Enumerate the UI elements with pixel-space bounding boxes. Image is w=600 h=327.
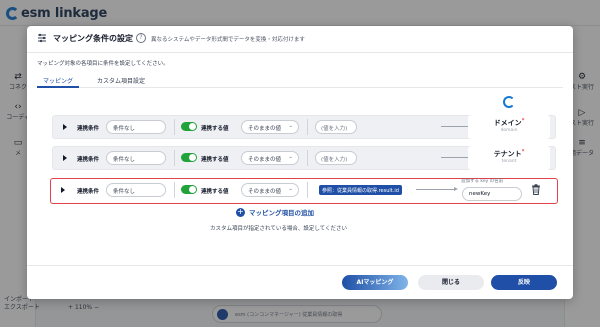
target-field-label: テナント [493,150,522,158]
target-field-key: tenant [501,159,517,164]
condition-select[interactable]: 条件なし [106,151,166,165]
value-type-text: そのままの値 [248,126,282,132]
toggle-knob [189,154,196,161]
divider [174,119,175,135]
add-mapping-label: マッピング項目の追加 [249,209,314,217]
target-field-name: テナント* [468,149,550,159]
tab-custom-fields[interactable]: カスタム項目設定 [97,76,145,88]
plus-icon: + [236,206,245,217]
help-icon[interactable]: ? [136,33,146,43]
custom-field-hint: カスタム項目が指定されている場合、設定してください [210,226,348,232]
target-field-domain: ドメイン* domain [468,96,550,139]
condition-select[interactable]: 条件なし [106,120,166,134]
target-field-key: domain [500,128,518,133]
expand-icon[interactable] [63,124,67,130]
divider [174,150,175,166]
condition-label: 連携条件 [77,126,100,132]
value-label: 連携する値 [201,189,229,195]
sync-toggle[interactable] [181,122,197,131]
trash-icon[interactable] [531,184,541,195]
required-mark: * [521,149,525,155]
expand-icon[interactable] [63,155,67,161]
modal-header: マッピング条件の設定 ? 異なるシステムやデータ形式間でデータを変換・対応付けま… [27,26,573,53]
target-app-icon [503,96,515,108]
sync-toggle[interactable] [181,153,197,162]
value-input[interactable]: (値を入力) [315,151,357,165]
divider [307,119,308,135]
target-field-tenant: テナント* tenant [468,146,550,170]
sliders-icon [38,33,46,43]
value-type-select[interactable]: そのままの値 ⌄ [241,183,299,197]
value-type-text: そのままの値 [248,189,282,195]
modal-subtitle: 異なるシステムやデータ形式間でデータを変換・対応付けます [151,37,305,43]
value-label: 連携する値 [201,126,229,132]
divider [307,150,308,166]
tab-mapping[interactable]: マッピング [37,76,80,88]
tab-bar: マッピング カスタム項目設定 [37,74,563,88]
toggle-knob [189,186,196,193]
value-type-select[interactable]: そのままの値 ⌄ [241,120,299,134]
reference-value-chip[interactable]: 参照：従業員情報の取得.result.id [319,185,402,195]
key-name-input[interactable]: newKey [462,187,522,201]
target-field-label: ドメイン [493,119,522,127]
toggle-knob [189,123,196,130]
divider [174,182,175,198]
arrow-head [454,187,458,191]
value-label: 連携する値 [201,157,229,163]
condition-label: 連携条件 [77,189,100,195]
modal-description: マッピング対象の各項目に条件を設定してください。 [37,61,169,67]
chevron-down-icon: ⌄ [288,123,293,129]
add-mapping-button[interactable]: + マッピング項目の追加 [236,207,314,217]
expand-icon[interactable] [61,187,65,193]
condition-label: 連携条件 [77,157,100,163]
chevron-down-icon: ⌄ [288,154,293,160]
divider [307,182,308,198]
condition-select[interactable]: 条件なし [106,183,166,197]
modal-title: マッピング条件の設定 [53,34,133,43]
target-field-name: ドメイン* [468,118,550,128]
chevron-down-icon: ⌄ [288,186,293,192]
value-input[interactable]: (値を入力) [315,120,357,134]
value-type-text: そのままの値 [248,157,282,163]
value-type-select[interactable]: そのままの値 ⌄ [241,151,299,165]
mapping-arrow [416,187,458,191]
required-mark: * [521,118,525,124]
sync-toggle[interactable] [181,185,197,194]
key-name-label: 追加する key の名前 [461,179,504,184]
